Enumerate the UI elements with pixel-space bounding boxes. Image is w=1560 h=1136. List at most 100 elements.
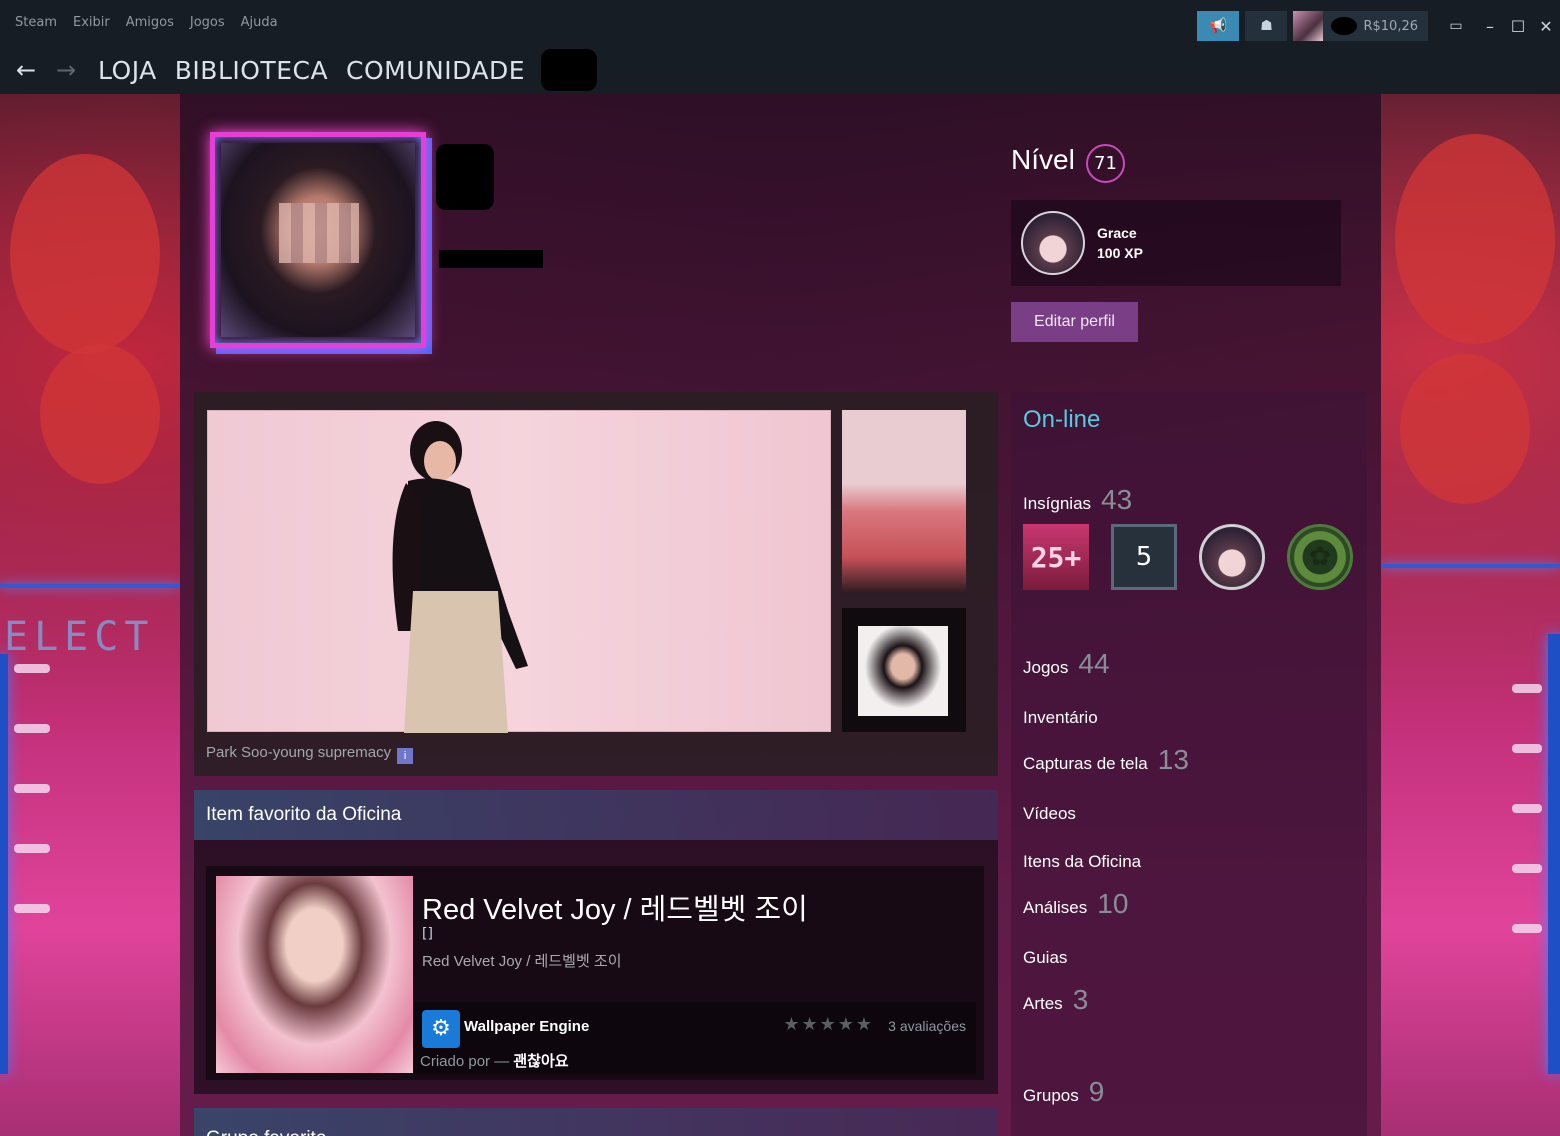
- profile-subtitle-redacted: [439, 250, 543, 268]
- stripe: [14, 664, 50, 673]
- rating-count: 3 avaliações: [888, 1018, 966, 1034]
- menu-bar: Steam Exibir Amigos Jogos Ajuda 📢 ☗ R$10…: [0, 0, 1560, 46]
- featured-badge[interactable]: Grace 100 XP: [1011, 200, 1341, 286]
- menu-ajuda[interactable]: Ajuda: [241, 15, 278, 30]
- screenshot-side-1[interactable]: [842, 410, 966, 594]
- screenshots-count: 13: [1157, 744, 1189, 775]
- edit-profile-button[interactable]: Editar perfil: [1011, 302, 1138, 342]
- guides-label: Guias: [1023, 948, 1068, 967]
- groups-count: 9: [1088, 1076, 1105, 1107]
- groups-label: Grupos: [1023, 1086, 1079, 1105]
- leaves-left: [10, 154, 160, 354]
- nav-library[interactable]: BIBLIOTECA: [175, 56, 328, 85]
- group-section-header: Grupo favorito: [194, 1108, 998, 1136]
- announcement-button[interactable]: 📢: [1197, 11, 1240, 41]
- sidebar-reviews[interactable]: Análises 10: [1023, 888, 1128, 920]
- stripe: [1512, 864, 1542, 873]
- info-icon[interactable]: i: [397, 748, 414, 764]
- big-picture-icon[interactable]: ▭: [1436, 18, 1476, 34]
- back-arrow-icon[interactable]: ←: [6, 56, 46, 84]
- created-by-label: Criado por —: [420, 1053, 514, 1070]
- wallpaper-engine-icon[interactable]: ⚙: [422, 1010, 460, 1048]
- inventory-label: Inventário: [1023, 708, 1098, 727]
- workshop-author-line: Criado por — 괜찮아요: [420, 1050, 569, 1071]
- badge-community-icon[interactable]: ✿: [1287, 524, 1353, 590]
- sidebar-inventory[interactable]: Inventário: [1023, 708, 1098, 728]
- screenshot-caption: Park Soo-young supremacy i: [206, 744, 414, 764]
- workshop-favorite: Red Velvet Joy / 레드벨벳 조이 [] Red Velvet J…: [194, 840, 998, 1094]
- redacted-username: [1331, 17, 1358, 35]
- games-count: 44: [1078, 648, 1110, 679]
- rating-stars-icon: ★★★★★: [783, 1014, 874, 1035]
- workshop-item-thumbnail[interactable]: [216, 876, 413, 1073]
- leaves-left-2: [40, 344, 160, 484]
- badge-grace[interactable]: [1199, 524, 1265, 590]
- nav-community[interactable]: COMUNIDADE: [346, 56, 525, 85]
- nav-store[interactable]: LOJA: [98, 56, 157, 85]
- forward-arrow-icon[interactable]: →: [46, 56, 86, 84]
- badges-label: Insígnias: [1023, 494, 1092, 513]
- screenshot-caption-text: Park Soo-young supremacy: [206, 744, 392, 761]
- sidebar-workshop[interactable]: Itens da Oficina: [1023, 852, 1141, 872]
- close-button[interactable]: ✕: [1532, 17, 1560, 36]
- inbox-icon: ☗: [1260, 18, 1273, 34]
- badge-list: 25+ 5 ✿: [1023, 524, 1353, 590]
- sidebar-guides[interactable]: Guias: [1023, 948, 1067, 968]
- sidebar-screenshots[interactable]: Capturas de tela 13: [1023, 744, 1189, 776]
- featured-badge-text: Grace 100 XP: [1097, 225, 1143, 261]
- avatar-image: [221, 143, 415, 337]
- games-label: Jogos: [1023, 658, 1069, 677]
- stripe: [1512, 684, 1542, 693]
- sidebar-videos[interactable]: Vídeos: [1023, 804, 1076, 824]
- featured-badge-icon: [1021, 211, 1085, 275]
- stripe: [1512, 804, 1542, 813]
- group-section-title: Grupo favorito: [206, 1128, 326, 1136]
- menu-exibir[interactable]: Exibir: [73, 15, 110, 30]
- nav-bar: ← → LOJA BIBLIOTECA COMUNIDADE: [0, 46, 1560, 94]
- account-menu[interactable]: R$10,26: [1293, 11, 1428, 41]
- screenshot-main[interactable]: [207, 410, 831, 733]
- neon-sign: ELECT: [4, 614, 155, 660]
- reviews-label: Análises: [1023, 898, 1088, 917]
- menu-jogos[interactable]: Jogos: [190, 15, 225, 30]
- megaphone-icon: 📢: [1209, 18, 1228, 34]
- sidebar-art[interactable]: Artes 3: [1023, 984, 1088, 1016]
- stripe: [14, 844, 50, 853]
- badge-years-service[interactable]: 25+: [1023, 524, 1089, 590]
- screenshot-side-2[interactable]: [842, 608, 966, 732]
- menu-steam[interactable]: Steam: [15, 15, 57, 30]
- workshop-section-title: Item favorito da Oficina: [206, 804, 402, 825]
- screenshot-side-2-image: [858, 626, 948, 716]
- workshop-author[interactable]: 괜찮아요: [513, 1053, 568, 1070]
- tray-avatar: [1293, 11, 1324, 41]
- badge-level-5[interactable]: 5: [1111, 524, 1177, 590]
- stripe: [14, 784, 50, 793]
- nav-username-redacted[interactable]: [541, 49, 598, 91]
- workshop-item-title[interactable]: Red Velvet Joy / 레드벨벳 조이: [422, 886, 808, 928]
- art-label: Artes: [1023, 994, 1063, 1013]
- minimize-button[interactable]: –: [1476, 17, 1504, 36]
- notifications-button[interactable]: ☗: [1245, 11, 1288, 41]
- sidebar-badges[interactable]: Insígnias 43: [1023, 484, 1132, 516]
- menu-amigos[interactable]: Amigos: [126, 15, 174, 30]
- sidebar-games[interactable]: Jogos 44: [1023, 648, 1110, 680]
- stripe: [14, 724, 50, 733]
- screenshots-label: Capturas de tela: [1023, 754, 1148, 773]
- avatar-pixelation: [279, 203, 359, 263]
- screenshot-showcase: Park Soo-young supremacy i: [194, 392, 998, 776]
- stripe: [1512, 744, 1542, 753]
- sidebar-groups[interactable]: Grupos 9: [1023, 1076, 1104, 1108]
- stripe: [1512, 924, 1542, 933]
- menu-items: Steam Exibir Amigos Jogos Ajuda: [0, 0, 278, 30]
- workshop-app-name[interactable]: Wallpaper Engine: [464, 1018, 589, 1035]
- profile-avatar[interactable]: [210, 132, 426, 348]
- level-badge[interactable]: 71: [1086, 144, 1125, 183]
- workshop-item-card[interactable]: Red Velvet Joy / 레드벨벳 조이 [] Red Velvet J…: [206, 866, 984, 1080]
- profile-page: Nível 71 Grace 100 XP Editar perfil Park…: [180, 94, 1381, 1136]
- workshop-items-label: Itens da Oficina: [1023, 852, 1142, 871]
- wallet-balance: R$10,26: [1363, 18, 1418, 34]
- profile-name-redacted: [436, 144, 494, 210]
- profile-sidebar: On-line Insígnias 43 25+ 5 ✿ Jogos 44 In…: [1011, 392, 1367, 1136]
- maximize-button[interactable]: ☐: [1504, 17, 1532, 36]
- reviews-count: 10: [1097, 888, 1129, 919]
